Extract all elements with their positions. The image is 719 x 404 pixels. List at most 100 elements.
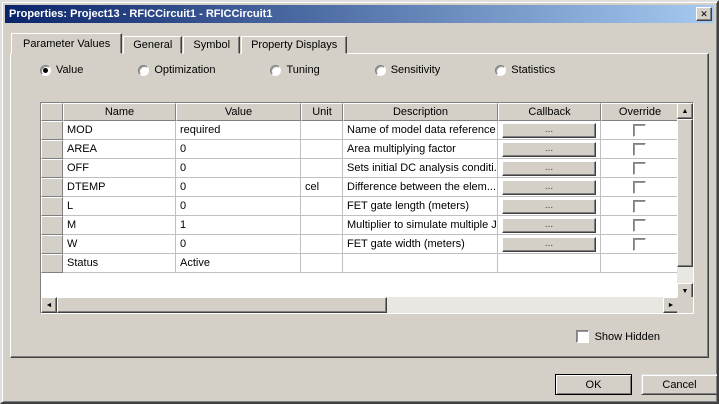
param-value-cell[interactable]: required — [176, 121, 301, 140]
column-header-description[interactable]: Description — [343, 103, 498, 121]
param-unit-cell[interactable] — [301, 235, 343, 254]
override-checkbox[interactable] — [633, 181, 646, 194]
param-unit-cell[interactable] — [301, 121, 343, 140]
radio-sensitivity[interactable]: Sensitivity — [375, 64, 441, 76]
row-selector[interactable] — [41, 197, 63, 216]
param-unit-cell[interactable] — [301, 159, 343, 178]
ok-button[interactable]: OK — [555, 374, 632, 395]
param-value-cell[interactable]: 0 — [176, 140, 301, 159]
callback-button[interactable]: ... — [502, 218, 596, 233]
show-hidden-checkbox[interactable] — [576, 330, 589, 343]
column-header-override[interactable]: Override — [601, 103, 679, 121]
horizontal-scrollbar[interactable]: ◄ ► — [41, 297, 679, 313]
callback-button[interactable]: ... — [502, 180, 596, 195]
table-row-mod[interactable]: MODrequired Name of model data reference.… — [41, 121, 679, 140]
param-description-cell[interactable]: FET gate length (meters) — [343, 197, 498, 216]
param-name-cell[interactable]: AREA — [63, 140, 176, 159]
param-description-cell[interactable]: Name of model data reference — [343, 121, 498, 140]
column-header-callback[interactable]: Callback — [498, 103, 601, 121]
param-value-cell[interactable]: 0 — [176, 178, 301, 197]
column-header-name[interactable]: Name — [63, 103, 176, 121]
param-value-cell[interactable]: 1 — [176, 216, 301, 235]
radio-button-icon[interactable] — [138, 65, 149, 76]
radio-value[interactable]: Value — [40, 64, 83, 76]
param-unit-cell[interactable] — [301, 216, 343, 235]
row-selector[interactable] — [41, 235, 63, 254]
table-row-off[interactable]: OFF0 Sets initial DC analysis conditi....… — [41, 159, 679, 178]
param-value-cell[interactable]: 0 — [176, 197, 301, 216]
table-row-l[interactable]: L0 FET gate length (meters)... — [41, 197, 679, 216]
radio-optimization[interactable]: Optimization — [138, 64, 215, 76]
table-row-m[interactable]: M1 Multiplier to simulate multiple J.....… — [41, 216, 679, 235]
param-description-cell[interactable]: Sets initial DC analysis conditi... — [343, 159, 498, 178]
radio-tuning[interactable]: Tuning — [270, 64, 319, 76]
param-value-cell[interactable]: 0 — [176, 159, 301, 178]
callback-button[interactable]: ... — [502, 161, 596, 176]
param-name-cell[interactable]: Status — [63, 254, 176, 273]
title-bar[interactable]: Properties: Project13 - RFICCircuit1 - R… — [5, 5, 714, 23]
close-button[interactable]: ✕ — [696, 7, 712, 21]
table-row-area[interactable]: AREA0 Area multiplying factor... — [41, 140, 679, 159]
table-row-dtemp[interactable]: DTEMP0celDifference between the elem....… — [41, 178, 679, 197]
override-cell — [601, 197, 679, 216]
override-checkbox[interactable] — [633, 143, 646, 156]
cancel-button[interactable]: Cancel — [641, 374, 718, 395]
callback-cell: ... — [498, 178, 601, 197]
param-name-cell[interactable]: L — [63, 197, 176, 216]
column-header-unit[interactable]: Unit — [301, 103, 343, 121]
override-checkbox[interactable] — [633, 124, 646, 137]
param-unit-cell[interactable]: cel — [301, 178, 343, 197]
param-description-cell[interactable]: FET gate width (meters) — [343, 235, 498, 254]
tab-property-displays[interactable]: Property Displays — [241, 36, 347, 54]
row-selector[interactable] — [41, 178, 63, 197]
callback-button[interactable]: ... — [502, 123, 596, 138]
radio-button-icon[interactable] — [270, 65, 281, 76]
column-header-value[interactable]: Value — [176, 103, 301, 121]
tab-parameter-values[interactable]: Parameter Values — [11, 33, 122, 54]
override-checkbox[interactable] — [633, 238, 646, 251]
callback-button[interactable]: ... — [502, 142, 596, 157]
row-selector[interactable] — [41, 121, 63, 140]
radio-statistics[interactable]: Statistics — [495, 64, 555, 76]
row-selector[interactable] — [41, 140, 63, 159]
row-selector[interactable] — [41, 216, 63, 235]
callback-button[interactable]: ... — [502, 237, 596, 252]
scroll-left-button[interactable]: ◄ — [41, 297, 57, 313]
param-value-cell[interactable]: 0 — [176, 235, 301, 254]
param-unit-cell[interactable] — [301, 254, 343, 273]
table-row-status[interactable]: StatusActive — [41, 254, 679, 273]
param-name-cell[interactable]: M — [63, 216, 176, 235]
param-name-cell[interactable]: OFF — [63, 159, 176, 178]
radio-button-icon[interactable] — [375, 65, 386, 76]
show-hidden-control: Show Hidden — [576, 330, 660, 343]
param-value-cell[interactable]: Active — [176, 254, 301, 273]
override-checkbox[interactable] — [633, 200, 646, 213]
param-description-cell[interactable] — [343, 254, 498, 273]
scroll-up-button[interactable]: ▲ — [677, 103, 693, 119]
vertical-scrollbar[interactable]: ▲ ▼ — [677, 103, 693, 299]
row-selector[interactable] — [41, 254, 63, 273]
tab-symbol[interactable]: Symbol — [183, 36, 240, 54]
radio-button-icon[interactable] — [495, 65, 506, 76]
override-checkbox[interactable] — [633, 162, 646, 175]
table-row-w[interactable]: W0 FET gate width (meters)... — [41, 235, 679, 254]
row-selector[interactable] — [41, 159, 63, 178]
param-name-cell[interactable]: MOD — [63, 121, 176, 140]
override-cell — [601, 121, 679, 140]
tab-general[interactable]: General — [123, 36, 182, 54]
override-checkbox[interactable] — [633, 219, 646, 232]
param-name-cell[interactable]: DTEMP — [63, 178, 176, 197]
vertical-scroll-thumb[interactable] — [677, 119, 693, 267]
param-name-cell[interactable]: W — [63, 235, 176, 254]
param-description-cell[interactable]: Area multiplying factor — [343, 140, 498, 159]
callback-button[interactable]: ... — [502, 199, 596, 214]
tab-label: General — [133, 39, 172, 51]
radio-button-icon[interactable] — [40, 65, 51, 76]
horizontal-scroll-thumb[interactable] — [57, 297, 387, 313]
parameter-mode-radio-group: Value Optimization Tuning Sensitivity Statis… — [40, 64, 555, 76]
param-description-cell[interactable]: Difference between the elem... — [343, 178, 498, 197]
param-description-cell[interactable]: Multiplier to simulate multiple J... — [343, 216, 498, 235]
param-unit-cell[interactable] — [301, 197, 343, 216]
param-unit-cell[interactable] — [301, 140, 343, 159]
radio-label: Statistics — [511, 64, 555, 76]
